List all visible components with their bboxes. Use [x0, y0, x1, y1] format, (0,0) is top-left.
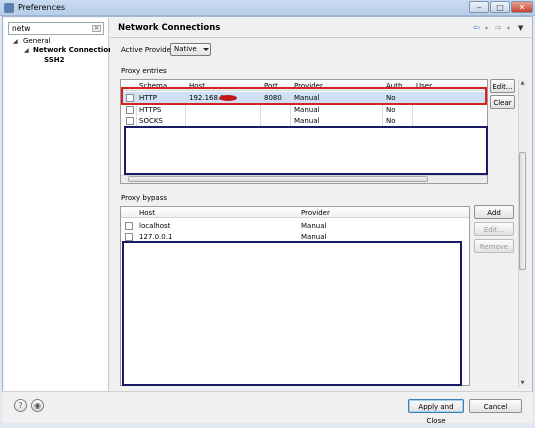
- filter-input[interactable]: netw: [8, 22, 104, 35]
- apply-and-close-button[interactable]: Apply and Close: [408, 399, 464, 425]
- redaction-box: [124, 126, 488, 175]
- cell-host: 127.0.0.1: [139, 233, 173, 241]
- forward-arrow-icon[interactable]: ⇨: [495, 23, 502, 32]
- red-highlight-annotation: [121, 87, 487, 105]
- edit-proxy-button[interactable]: Edit...: [490, 79, 515, 93]
- column-header-provider[interactable]: Provider: [301, 209, 330, 217]
- expand-arrow-icon[interactable]: ◢: [24, 47, 29, 54]
- help-icon[interactable]: ?: [14, 399, 27, 412]
- scrollbar-thumb[interactable]: [519, 152, 526, 270]
- row-checkbox[interactable]: [125, 222, 133, 230]
- cell-auth: No: [386, 106, 396, 114]
- scroll-up-icon[interactable]: ▲: [519, 80, 526, 87]
- chevron-down-icon: [203, 48, 209, 51]
- cell-provider: Manual: [294, 117, 320, 125]
- proxy-bypass-label: Proxy bypass: [121, 194, 168, 202]
- table-row[interactable]: [121, 220, 469, 231]
- cancel-button[interactable]: Cancel: [469, 399, 522, 413]
- remove-host-button[interactable]: Remove: [474, 239, 514, 253]
- row-checkbox[interactable]: [126, 106, 134, 114]
- cell-provider: Manual: [301, 222, 327, 230]
- import-export-icon[interactable]: ◉: [31, 399, 44, 412]
- redaction-box: [122, 241, 462, 386]
- clear-filter-icon[interactable]: ✕: [92, 25, 101, 32]
- cell-auth: No: [386, 117, 396, 125]
- clear-proxy-button[interactable]: Clear: [490, 95, 515, 109]
- view-menu-icon[interactable]: ▼: [518, 24, 523, 32]
- cell-schema: HTTPS: [139, 106, 162, 114]
- add-host-button[interactable]: Add Host...: [474, 205, 514, 231]
- active-provider-label: Active Provider:: [121, 46, 176, 54]
- row-checkbox[interactable]: [125, 233, 133, 241]
- window-title: Preferences: [18, 3, 66, 12]
- close-icon[interactable]: ✕: [511, 1, 533, 13]
- scrollbar-thumb[interactable]: [128, 176, 428, 182]
- maximize-icon[interactable]: □: [490, 1, 510, 13]
- tree-item-network-connections[interactable]: Network Connections: [33, 46, 117, 54]
- cell-host: localhost: [139, 222, 171, 230]
- minimize-icon[interactable]: ‒: [469, 1, 489, 13]
- scroll-down-icon[interactable]: ▼: [519, 380, 526, 387]
- page-title: Network Connections: [118, 23, 221, 33]
- proxy-bypass-header: [121, 207, 469, 218]
- column-header-host[interactable]: Host: [139, 209, 155, 217]
- back-menu-icon[interactable]: ▾: [485, 25, 488, 32]
- eclipse-app-icon: [4, 3, 14, 13]
- tree-item-general[interactable]: General: [23, 37, 51, 45]
- cell-schema: SOCKS: [139, 117, 163, 125]
- tree-item-ssh2[interactable]: SSH2: [44, 56, 65, 64]
- cell-provider: Manual: [301, 233, 327, 241]
- cell-provider: Manual: [294, 106, 320, 114]
- expand-arrow-icon[interactable]: ◢: [13, 38, 18, 45]
- preferences-tree-pane: [4, 18, 109, 391]
- back-arrow-icon[interactable]: ⇦: [473, 23, 480, 32]
- proxy-entries-label: Proxy entries: [121, 67, 167, 75]
- row-checkbox[interactable]: [126, 117, 134, 125]
- forward-menu-icon[interactable]: ▾: [507, 25, 510, 32]
- edit-host-button[interactable]: Edit...: [474, 222, 514, 236]
- window-titlebar: [0, 0, 535, 16]
- header-divider: [110, 37, 531, 38]
